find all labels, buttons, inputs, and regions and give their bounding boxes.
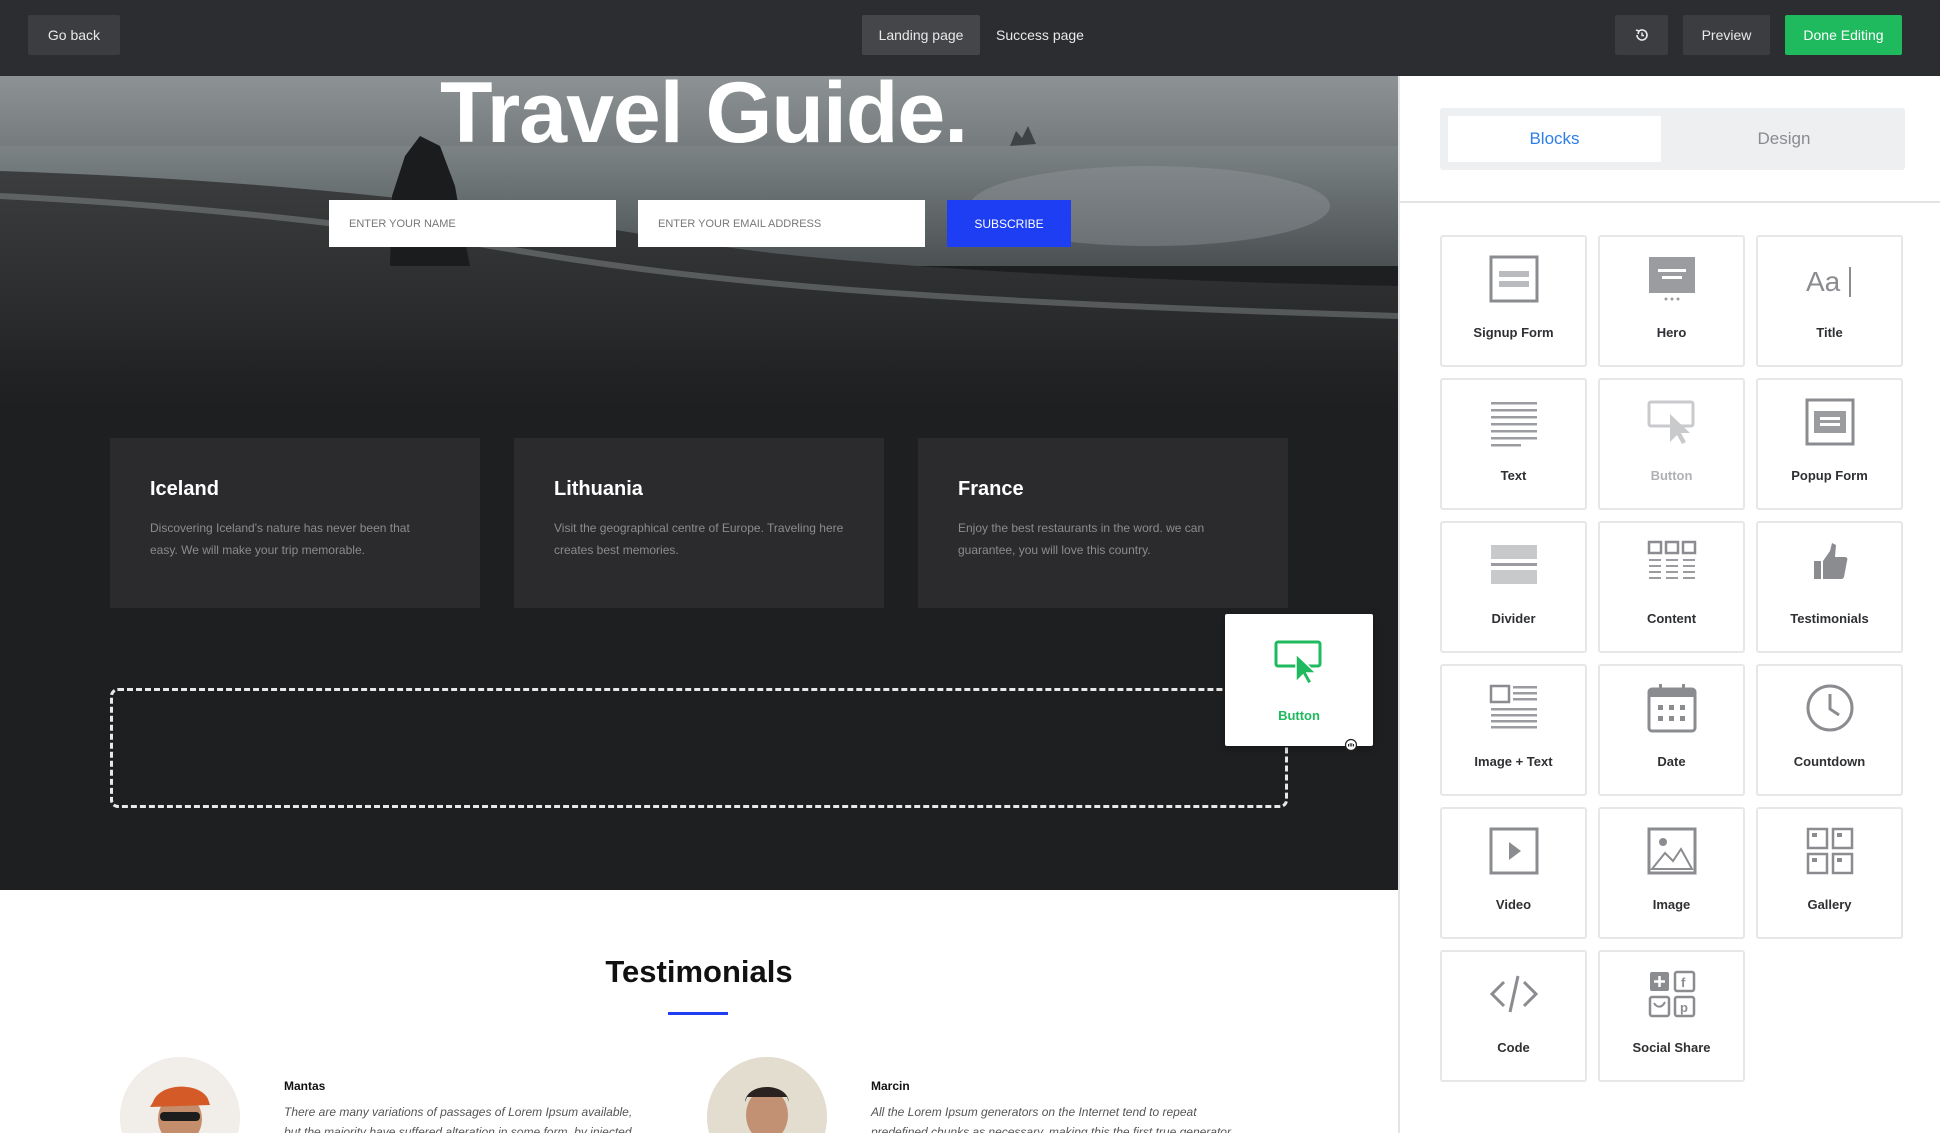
cursor-click-icon	[1274, 640, 1322, 685]
sidebar-tab-switch: Blocks Design	[1440, 108, 1905, 170]
name-input[interactable]: ENTER YOUR NAME	[329, 200, 616, 247]
page-canvas: Travel Guide. ENTER YOUR NAME ENTER YOUR…	[0, 76, 1398, 1133]
block-content[interactable]: Content	[1598, 521, 1745, 653]
block-image[interactable]: Image	[1598, 807, 1745, 939]
hero-title[interactable]: Travel Guide.	[440, 76, 968, 163]
testimonials-heading[interactable]: Testimonials	[0, 954, 1398, 990]
dragged-button-block[interactable]: Button	[1225, 614, 1373, 746]
block-code[interactable]: Code	[1440, 950, 1587, 1082]
tab-landing-page[interactable]: Landing page	[862, 15, 980, 55]
content-icon	[1647, 540, 1697, 579]
clock-icon	[1806, 684, 1854, 732]
block-countdown[interactable]: Countdown	[1756, 664, 1903, 796]
dragged-block-label: Button	[1278, 708, 1320, 723]
history-button[interactable]	[1615, 15, 1668, 55]
card-text: Enjoy the best restaurants in the word. …	[958, 521, 1205, 557]
hero-section[interactable]: Travel Guide. ENTER YOUR NAME ENTER YOUR…	[0, 76, 1398, 890]
svg-text:p: p	[1680, 1000, 1688, 1015]
testimonial-name: Marcin	[871, 1079, 910, 1093]
divider-icon	[1491, 545, 1537, 584]
done-editing-button[interactable]: Done Editing	[1785, 15, 1902, 55]
sidebar-divider	[1400, 201, 1940, 203]
tab-success-page[interactable]: Success page	[985, 15, 1095, 55]
block-label: Popup Form	[1791, 468, 1868, 483]
email-input[interactable]: ENTER YOUR EMAIL ADDRESS	[638, 200, 925, 247]
image-text-icon	[1489, 684, 1537, 729]
gallery-icon	[1806, 827, 1854, 875]
avatar-mantas	[120, 1057, 240, 1133]
block-drop-zone[interactable]	[110, 688, 1288, 808]
destination-card-iceland[interactable]: Iceland Discovering Iceland's nature has…	[110, 438, 480, 608]
avatar-marcin	[707, 1057, 827, 1133]
history-icon	[1635, 29, 1648, 41]
heading-underline	[668, 1012, 728, 1015]
button-icon	[1647, 400, 1695, 444]
card-title: Iceland	[150, 478, 219, 500]
block-signup-form[interactable]: Signup Form	[1440, 235, 1587, 367]
block-text[interactable]: Text	[1440, 378, 1587, 510]
block-label: Signup Form	[1473, 325, 1554, 340]
block-label: Testimonials	[1790, 611, 1869, 626]
card-title: France	[958, 478, 1024, 500]
social-share-icon: f p	[1648, 970, 1696, 1018]
block-label: Text	[1500, 468, 1527, 483]
block-gallery[interactable]: Gallery	[1756, 807, 1903, 939]
svg-text:Aa: Aa	[1806, 266, 1841, 297]
block-video[interactable]: Video	[1440, 807, 1587, 939]
block-hero[interactable]: Hero	[1598, 235, 1745, 367]
tab-blocks[interactable]: Blocks	[1448, 116, 1661, 162]
hero-icon	[1649, 257, 1695, 301]
popup-form-icon	[1805, 398, 1855, 446]
go-back-button[interactable]: Go back	[28, 15, 120, 55]
text-icon	[1491, 402, 1537, 447]
testimonial-text: There are many variations of passages of…	[284, 1105, 633, 1133]
block-label: Video	[1495, 897, 1532, 912]
block-button[interactable]: Button	[1598, 378, 1745, 510]
block-label: Countdown	[1793, 754, 1866, 769]
block-label: Divider	[1491, 611, 1536, 626]
block-label: Hero	[1656, 325, 1687, 340]
svg-text:f: f	[1681, 975, 1686, 990]
preview-button[interactable]: Preview	[1683, 15, 1770, 55]
block-image-text[interactable]: Image + Text	[1440, 664, 1587, 796]
destination-card-france[interactable]: France Enjoy the best restaurants in the…	[918, 438, 1288, 608]
block-title[interactable]: Aa Title	[1756, 235, 1903, 367]
block-label: Date	[1657, 754, 1686, 769]
block-social-share[interactable]: f p Social Share	[1598, 950, 1745, 1082]
block-label: Content	[1646, 611, 1697, 626]
block-label: Gallery	[1807, 897, 1852, 912]
tab-design[interactable]: Design	[1670, 116, 1898, 162]
testimonial-name: Mantas	[284, 1079, 326, 1093]
video-icon	[1489, 827, 1539, 875]
thumbs-up-icon	[1814, 543, 1848, 579]
top-toolbar: Go back Landing page Success page Previe…	[0, 0, 1940, 76]
block-label: Title	[1816, 325, 1843, 340]
code-icon	[1489, 975, 1539, 1013]
subscribe-button[interactable]: SUBSCRIBE	[947, 200, 1071, 247]
block-label: Social Share	[1632, 1040, 1711, 1055]
testimonial-text: All the Lorem Ipsum generators on the In…	[871, 1105, 1231, 1133]
card-text: Discovering Iceland's nature has never b…	[150, 521, 410, 557]
card-text: Visit the geographical centre of Europe.…	[554, 521, 844, 557]
block-testimonials[interactable]: Testimonials	[1756, 521, 1903, 653]
block-date[interactable]: Date	[1598, 664, 1745, 796]
signup-form-icon	[1489, 255, 1539, 303]
block-label: Image	[1652, 897, 1691, 912]
title-icon: Aa	[1806, 266, 1851, 297]
block-label: Image + Text	[1474, 754, 1553, 769]
block-label: Button	[1650, 468, 1693, 483]
card-title: Lithuania	[554, 478, 643, 500]
block-popup-form[interactable]: Popup Form	[1756, 378, 1903, 510]
block-label: Code	[1497, 1040, 1530, 1055]
image-icon	[1647, 827, 1697, 875]
destination-card-lithuania[interactable]: Lithuania Visit the geographical centre …	[514, 438, 884, 608]
block-divider[interactable]: Divider	[1440, 521, 1587, 653]
grab-cursor-icon	[1344, 738, 1358, 752]
calendar-icon	[1647, 684, 1697, 733]
blocks-sidebar: Blocks Design Signup Form Hero Aa Title	[1398, 76, 1940, 1133]
